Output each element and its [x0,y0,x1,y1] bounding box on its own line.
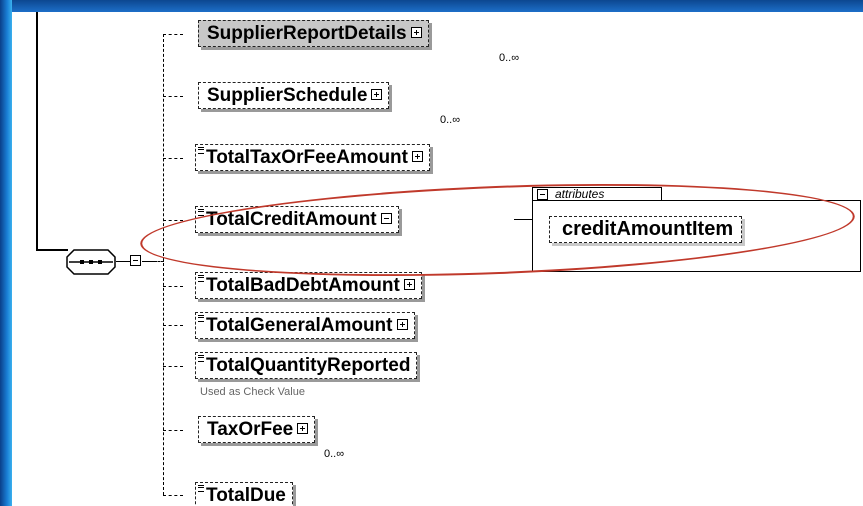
branch-stub [163,366,183,367]
element-tax-or-fee[interactable]: TaxOrFee [198,416,316,443]
simple-type-icon [198,275,204,282]
branch-stub [163,430,183,431]
expand-icon[interactable] [411,150,423,162]
simple-type-icon [198,355,204,362]
expand-icon[interactable] [403,278,415,290]
branch-stub [163,158,183,159]
element-total-due[interactable]: TotalDue [195,482,293,506]
element-label: TotalBadDebtAmount [206,275,400,296]
simple-type-icon [198,485,204,492]
element-supplier-schedule[interactable]: SupplierSchedule [198,82,390,109]
element-total-general-amount[interactable]: TotalGeneralAmount [195,312,415,339]
cardinality-label: 0..∞ [324,448,345,460]
expand-icon[interactable] [371,88,383,100]
element-label: TotalQuantityReported [206,355,411,376]
cardinality-label: 0..∞ [499,52,520,64]
branch-stub [163,325,183,326]
sequence-compositor-icon[interactable] [66,249,116,275]
element-annotation: Used as Check Value [200,386,305,398]
element-supplier-report-details[interactable]: SupplierReportDetails [198,20,429,47]
parent-connector-vertical [36,12,38,250]
window-frame-left [0,0,12,506]
expand-icon[interactable] [297,422,309,434]
collapse-icon[interactable] [130,255,141,266]
simple-type-icon [198,209,204,216]
window-frame-top [0,0,863,12]
element-label: TotalGeneralAmount [206,315,393,336]
cardinality-label: 0..∞ [440,114,461,126]
compositor-link-2 [142,261,154,262]
element-label: SupplierSchedule [207,85,368,106]
element-label: TotalDue [206,485,286,506]
children-branch-line [163,34,164,495]
compositor-link [116,261,130,262]
element-total-tax-or-fee-amount[interactable]: TotalTaxOrFeeAmount [195,144,430,171]
element-total-quantity-reported[interactable]: TotalQuantityReported [195,352,418,379]
branch-stub-center [154,261,164,262]
element-label: TotalTaxOrFeeAmount [206,147,408,168]
parent-connector-horizontal [36,249,68,251]
simple-type-icon [198,147,204,154]
schema-diagram-canvas: SupplierReportDetails 0..∞ SupplierSched… [12,12,863,506]
branch-stub [163,96,183,97]
branch-stub [163,495,183,496]
expand-icon[interactable] [410,26,422,38]
branch-stub [163,34,183,35]
element-label: SupplierReportDetails [207,23,407,44]
expand-icon[interactable] [396,318,408,330]
simple-type-icon [198,315,204,322]
branch-stub [163,286,183,287]
element-label: TaxOrFee [207,419,294,440]
